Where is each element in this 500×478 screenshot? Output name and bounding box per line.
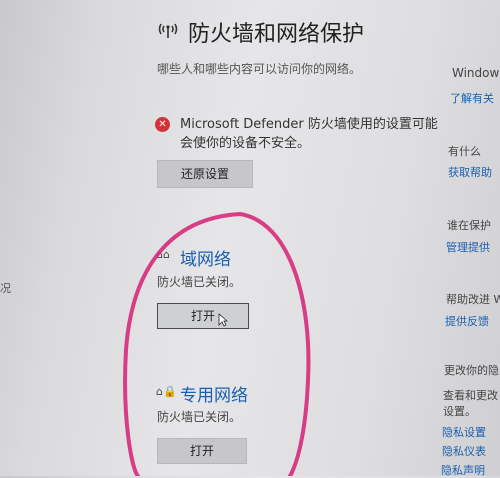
page-subtitle: 哪些人和哪些内容可以访问你的网络。 [157, 62, 362, 76]
private-turn-on-button[interactable]: 打开 [157, 438, 247, 464]
side-help-heading: 有什么 [448, 145, 481, 158]
side-privacy-text: 查看和更改 [443, 389, 498, 402]
page-title: 防火墙和网络保护 [188, 22, 365, 47]
domain-turn-on-button[interactable]: 打开 [157, 303, 249, 329]
mouse-cursor-icon [218, 313, 228, 327]
side-protect-heading: 谁在保护 [447, 219, 491, 232]
domain-network-icon: ⌂⌂ [156, 248, 170, 261]
error-icon: ✕ [155, 117, 170, 132]
private-network-link[interactable]: 专用网络 [180, 381, 248, 406]
warning-message: Microsoft Defender 防火墙使用的设置可能会使你的设备不安全。 [180, 117, 438, 151]
side-get-help-link[interactable]: 获取帮助 [448, 164, 492, 180]
domain-network-status: 防火墙已关闭。 [157, 275, 242, 289]
restore-settings-button[interactable]: 还原设置 [157, 160, 253, 188]
side-feedback-link[interactable]: 提供反馈 [445, 313, 489, 329]
left-pane-fragment: 况 [0, 282, 11, 295]
side-improve-heading: 帮助改进 W [446, 293, 500, 306]
domain-network-link[interactable]: 域网络 [180, 245, 231, 270]
side-privacy-text-2: 设置。 [443, 405, 476, 418]
side-learn-link[interactable]: 了解有关 [450, 90, 494, 106]
private-network-icon: ⌂🔒 [156, 385, 177, 398]
side-windows-heading: Windows [452, 66, 500, 80]
side-manage-providers-link[interactable]: 管理提供 [446, 239, 490, 255]
private-network-status: 防火墙已关闭。 [157, 410, 242, 424]
network-icon [158, 23, 178, 38]
side-privacy-heading: 更改你的隐 [444, 364, 499, 377]
side-privacy-dashboard-link[interactable]: 隐私仪表 [442, 443, 486, 459]
side-privacy-settings-link[interactable]: 隐私设置 [442, 424, 486, 440]
